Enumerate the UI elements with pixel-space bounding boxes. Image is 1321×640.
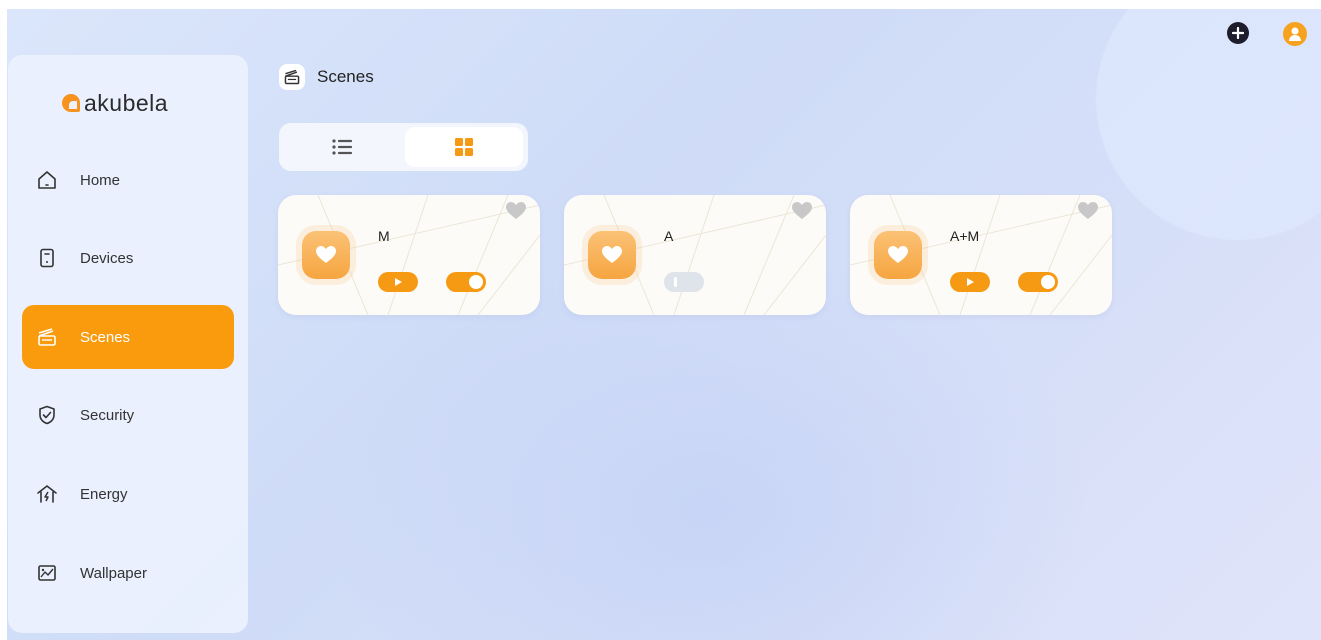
sidebar-item-wallpaper[interactable]: Wallpaper <box>22 541 234 605</box>
sidebar-item-label: Energy <box>80 485 128 503</box>
favorite-heart-icon[interactable] <box>790 201 814 226</box>
scene-name: M <box>378 228 390 244</box>
sidebar-item-label: Wallpaper <box>80 564 147 582</box>
sidebar: akubela Home Devices Scenes Security Ene… <box>8 55 248 633</box>
scene-toggle-switch[interactable] <box>1018 272 1058 292</box>
heart-scene-icon <box>588 231 636 279</box>
play-icon <box>395 278 402 286</box>
sidebar-item-energy[interactable]: Energy <box>22 462 234 526</box>
play-icon <box>967 278 974 286</box>
shield-icon <box>36 404 58 426</box>
page-title: Scenes <box>317 67 374 86</box>
sidebar-item-scenes[interactable]: Scenes <box>22 305 234 369</box>
grid-view-icon <box>455 138 473 156</box>
heart-scene-icon <box>302 231 350 279</box>
scene-card[interactable]: M <box>278 195 540 315</box>
play-button[interactable] <box>950 272 990 292</box>
sidebar-item-security[interactable]: Security <box>22 383 234 447</box>
favorite-heart-icon[interactable] <box>504 201 528 226</box>
scene-name: A <box>664 228 674 244</box>
sidebar-item-label: Security <box>80 406 135 424</box>
scene-card[interactable]: A <box>564 195 826 315</box>
scenes-icon <box>36 326 58 348</box>
list-view-icon <box>332 139 353 155</box>
sidebar-item-label: Scenes <box>80 328 131 346</box>
scene-toggle-switch[interactable] <box>664 272 704 292</box>
logo: akubela <box>62 85 168 121</box>
view-toggle <box>279 123 528 171</box>
scene-name: A+M <box>950 228 980 244</box>
grid-view-button[interactable] <box>405 127 523 167</box>
scene-toggle-switch[interactable] <box>446 272 486 292</box>
app-screen: akubela Home Devices Scenes Security Ene… <box>7 9 1321 640</box>
devices-icon <box>36 247 58 269</box>
heart-scene-icon <box>874 231 922 279</box>
logo-text: akubela <box>84 89 169 116</box>
sidebar-item-home[interactable]: Home <box>22 148 234 212</box>
scenes-icon <box>279 64 305 90</box>
favorite-heart-icon[interactable] <box>1076 201 1100 226</box>
home-icon <box>36 169 58 191</box>
sidebar-item-devices[interactable]: Devices <box>22 226 234 290</box>
wallpaper-icon <box>36 562 58 584</box>
energy-icon <box>36 483 58 505</box>
plus-icon[interactable] <box>1227 22 1249 44</box>
play-button[interactable] <box>378 272 418 292</box>
sidebar-item-label: Devices <box>80 249 134 267</box>
logo-icon <box>62 94 80 112</box>
sidebar-item-label: Home <box>80 171 121 189</box>
list-view-button[interactable] <box>283 127 401 167</box>
scene-card[interactable]: A+M <box>850 195 1112 315</box>
user-icon[interactable] <box>1283 22 1307 46</box>
